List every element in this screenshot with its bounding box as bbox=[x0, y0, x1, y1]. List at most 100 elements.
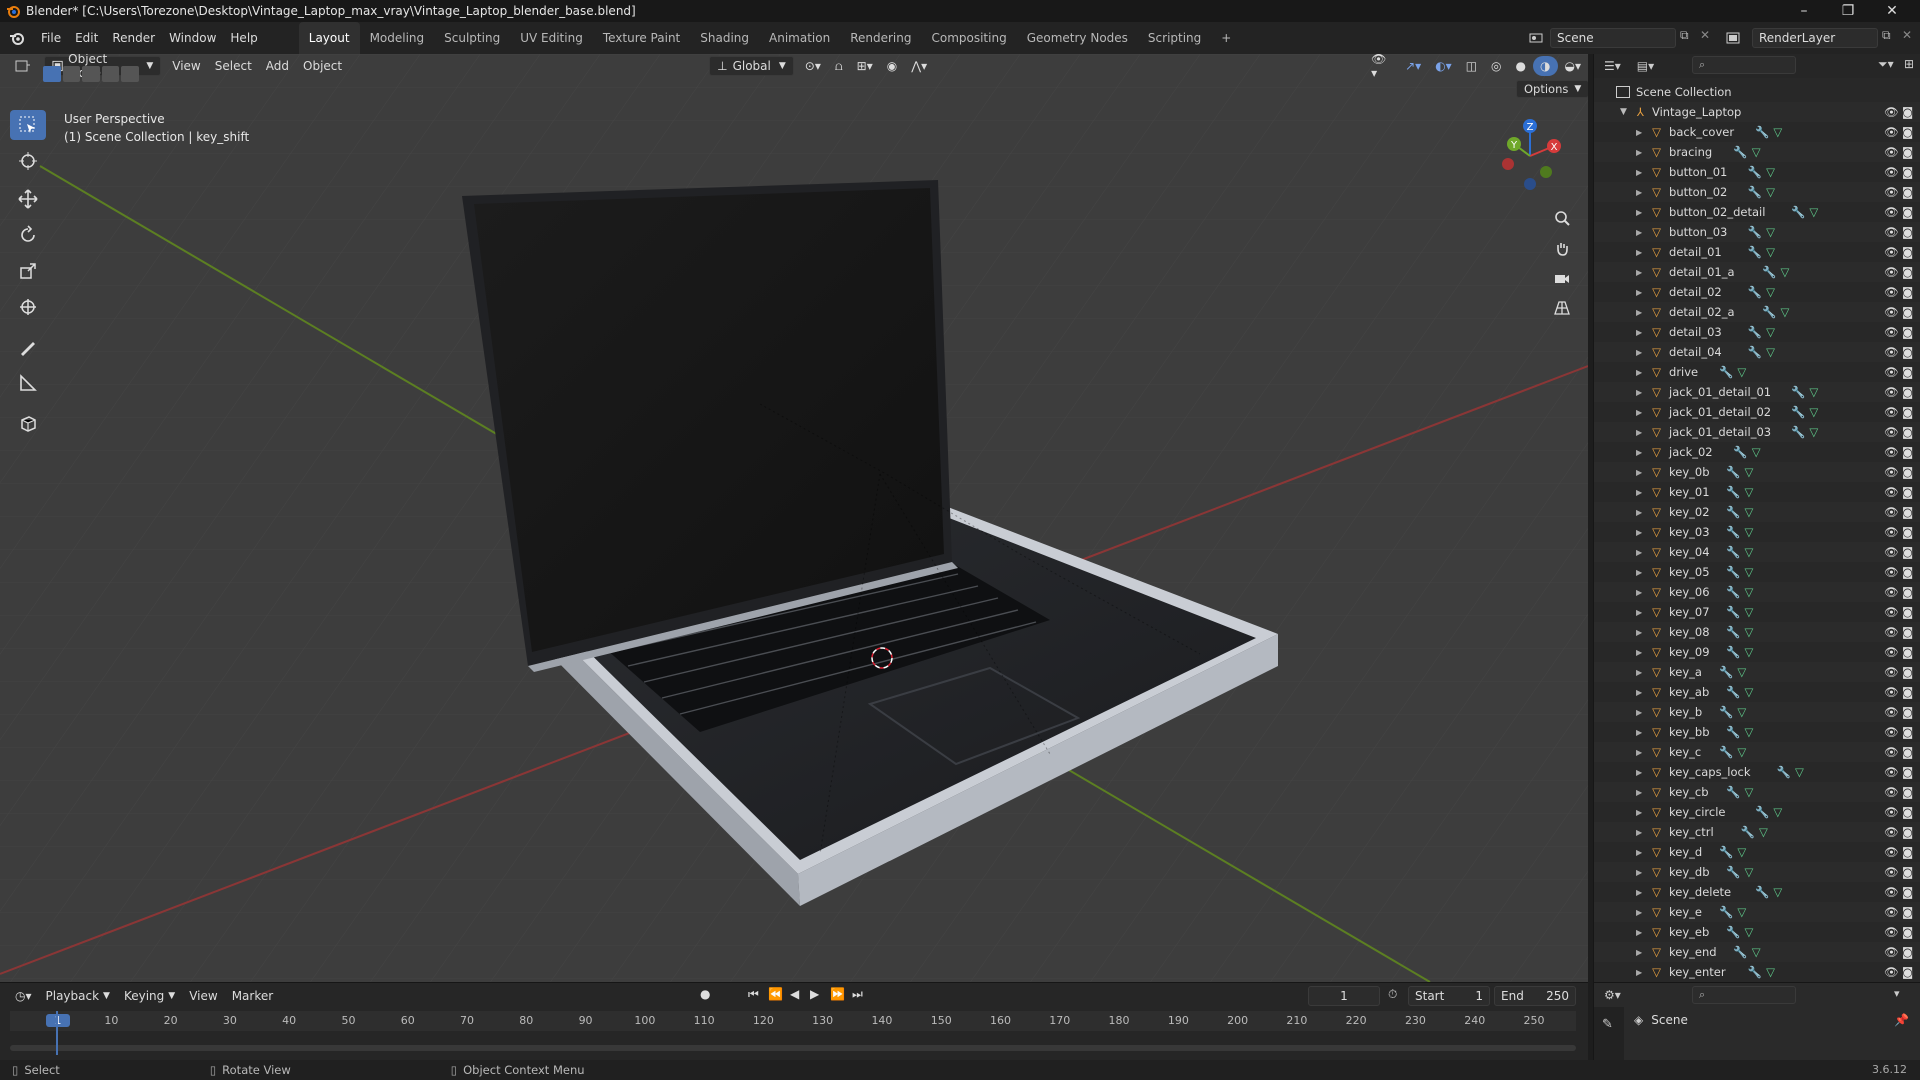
visibility-eye-icon[interactable]: 👁 bbox=[1884, 605, 1899, 619]
outliner-item[interactable]: ▶ ▽ key_eb 🔧 ▽ 👁 ◙ bbox=[1594, 922, 1920, 942]
tab-rendering[interactable]: Rendering bbox=[840, 22, 921, 54]
render-camera-icon[interactable]: ◙ bbox=[1902, 485, 1913, 499]
expand-arrow-icon[interactable]: ▶ bbox=[1636, 188, 1642, 197]
outliner-item[interactable]: ▶ ▽ key_end 🔧 ▽ 👁 ◙ bbox=[1594, 942, 1920, 962]
outliner-item[interactable]: ▶ ▽ key_01 🔧 ▽ 👁 ◙ bbox=[1594, 482, 1920, 502]
menu-timeline-view[interactable]: View bbox=[182, 986, 224, 1006]
render-camera-icon[interactable]: ◙ bbox=[1902, 505, 1913, 519]
select-box-tool-icon[interactable] bbox=[10, 110, 46, 140]
outliner-item[interactable]: ▶ ▽ key_cb 🔧 ▽ 👁 ◙ bbox=[1594, 782, 1920, 802]
view-layer-field[interactable]: RenderLayer bbox=[1752, 28, 1878, 48]
timeline-ruler[interactable]: 1 10 20 30 40 50 60 70 80 90 100 110 120 130 140 150 160… bbox=[10, 1011, 1576, 1031]
visibility-eye-icon[interactable]: 👁 bbox=[1884, 505, 1899, 519]
pan-hand-icon[interactable] bbox=[1548, 234, 1576, 262]
menu-edit[interactable]: Edit bbox=[68, 27, 105, 49]
outliner-item[interactable]: ▶ ▽ detail_02 🔧 ▽ 👁 ◙ bbox=[1594, 282, 1920, 302]
expand-arrow-icon[interactable]: ▶ bbox=[1636, 168, 1642, 177]
select-invert-icon[interactable] bbox=[101, 66, 120, 82]
tab-layout[interactable]: Layout bbox=[298, 22, 360, 54]
rendered-shading-icon[interactable]: ◒▾ bbox=[1558, 56, 1589, 76]
visibility-eye-icon[interactable]: 👁 bbox=[1884, 825, 1899, 839]
visibility-eye-icon[interactable]: 👁 bbox=[1884, 345, 1899, 359]
render-camera-icon[interactable]: ◙ bbox=[1902, 545, 1913, 559]
expand-arrow-icon[interactable]: ▶ bbox=[1636, 508, 1642, 517]
material-preview-shading-icon[interactable]: ◑ bbox=[1533, 56, 1558, 76]
play-reverse-icon[interactable]: ◀ bbox=[790, 987, 799, 1001]
jump-start-icon[interactable]: ⏮ bbox=[748, 987, 759, 1002]
timeline-editor-type-icon[interactable]: ◷▾ bbox=[8, 986, 39, 1006]
preview-range-icon[interactable]: ⏱ bbox=[1388, 987, 1397, 1002]
outliner-item[interactable]: ▶ ▽ key_ctrl 🔧 ▽ 👁 ◙ bbox=[1594, 822, 1920, 842]
expand-arrow-icon[interactable]: ▶ bbox=[1636, 788, 1642, 797]
outliner-item[interactable]: ▶ ▽ detail_03 🔧 ▽ 👁 ◙ bbox=[1594, 322, 1920, 342]
render-camera-icon[interactable]: ◙ bbox=[1902, 845, 1913, 859]
render-camera-icon[interactable]: ◙ bbox=[1902, 925, 1913, 939]
visibility-eye-icon[interactable]: 👁 bbox=[1884, 125, 1899, 139]
render-camera-icon[interactable]: ◙ bbox=[1902, 165, 1913, 179]
properties-editor-type-icon[interactable]: ⚙▾ bbox=[1604, 988, 1621, 1002]
render-camera-icon[interactable]: ◙ bbox=[1902, 605, 1913, 619]
expand-arrow-icon[interactable]: ▶ bbox=[1636, 628, 1642, 637]
visibility-eye-icon[interactable]: 👁 bbox=[1884, 905, 1899, 919]
expand-arrow-icon[interactable]: ▼ bbox=[1620, 107, 1627, 117]
expand-arrow-icon[interactable]: ▶ bbox=[1636, 468, 1642, 477]
render-camera-icon[interactable]: ◙ bbox=[1902, 285, 1913, 299]
new-view-layer-icon[interactable]: ⧉ bbox=[1882, 28, 1902, 48]
render-camera-icon[interactable]: ◙ bbox=[1902, 425, 1913, 439]
visibility-eye-icon[interactable]: 👁 bbox=[1884, 765, 1899, 779]
outliner-editor-type-icon[interactable]: ☰▾ bbox=[1604, 59, 1621, 73]
current-frame-field[interactable]: 1 bbox=[1308, 986, 1380, 1006]
render-camera-icon[interactable]: ◙ bbox=[1902, 185, 1913, 199]
outliner-item[interactable]: ▶ ▽ button_01 🔧 ▽ 👁 ◙ bbox=[1594, 162, 1920, 182]
navigation-gizmo[interactable]: Z X Y bbox=[1496, 112, 1566, 192]
chevron-down-icon[interactable]: ▾ bbox=[1894, 987, 1900, 1000]
visibility-eye-icon[interactable]: 👁 bbox=[1884, 885, 1899, 899]
camera-view-icon[interactable] bbox=[1548, 264, 1576, 292]
expand-arrow-icon[interactable]: ▶ bbox=[1636, 308, 1642, 317]
maximize-button[interactable]: ❐ bbox=[1826, 0, 1870, 22]
visibility-eye-icon[interactable]: 👁 bbox=[1884, 745, 1899, 759]
visibility-eye-icon[interactable]: 👁 bbox=[1884, 485, 1899, 499]
editor-type-icon[interactable] bbox=[8, 56, 38, 76]
snap-icon[interactable]: ⩍ bbox=[828, 56, 850, 76]
tab-compositing[interactable]: Compositing bbox=[921, 22, 1016, 54]
blender-menu-icon[interactable] bbox=[0, 30, 34, 46]
expand-arrow-icon[interactable]: ▶ bbox=[1636, 588, 1642, 597]
outliner-item[interactable]: ▶ ▽ jack_02 🔧 ▽ 👁 ◙ bbox=[1594, 442, 1920, 462]
3d-viewport[interactable]: Object Mode ▼ View Select Add Object ⊥ G… bbox=[0, 54, 1588, 982]
outliner-item[interactable]: ▶ ▽ jack_01_detail_02 🔧 ▽ 👁 ◙ bbox=[1594, 402, 1920, 422]
solid-shading-icon[interactable]: ● bbox=[1509, 56, 1533, 76]
visibility-eye-icon[interactable]: 👁 bbox=[1884, 425, 1899, 439]
visibility-eye-icon[interactable]: 👁 bbox=[1884, 185, 1899, 199]
visibility-eye-icon[interactable]: 👁 bbox=[1884, 625, 1899, 639]
outliner-item[interactable]: ▶ ▽ key_caps_lock 🔧 ▽ 👁 ◙ bbox=[1594, 762, 1920, 782]
visibility-eye-icon[interactable]: 👁 bbox=[1884, 325, 1899, 339]
expand-arrow-icon[interactable]: ▶ bbox=[1636, 328, 1642, 337]
scene-name-field[interactable]: Scene bbox=[1550, 28, 1676, 48]
transform-orientation-dropdown[interactable]: ⊥ Global ▼ bbox=[709, 56, 794, 76]
visibility-eye-icon[interactable]: 👁 bbox=[1884, 285, 1899, 299]
visibility-eye-icon[interactable]: 👁 bbox=[1884, 465, 1899, 479]
visibility-eye-icon[interactable]: 👁 bbox=[1884, 105, 1899, 119]
render-camera-icon[interactable]: ◙ bbox=[1902, 825, 1913, 839]
render-camera-icon[interactable]: ◙ bbox=[1902, 805, 1913, 819]
expand-arrow-icon[interactable]: ▶ bbox=[1636, 888, 1642, 897]
menu-select[interactable]: Select bbox=[208, 56, 259, 76]
expand-arrow-icon[interactable]: ▶ bbox=[1636, 268, 1642, 277]
render-camera-icon[interactable]: ◙ bbox=[1902, 245, 1913, 259]
expand-arrow-icon[interactable]: ▶ bbox=[1636, 708, 1642, 717]
render-camera-icon[interactable]: ◙ bbox=[1902, 685, 1913, 699]
visibility-eye-icon[interactable]: 👁 bbox=[1884, 585, 1899, 599]
outliner-item[interactable]: ▶ ▽ detail_04 🔧 ▽ 👁 ◙ bbox=[1594, 342, 1920, 362]
menu-file[interactable]: File bbox=[34, 27, 68, 49]
expand-arrow-icon[interactable]: ▶ bbox=[1636, 808, 1642, 817]
filter-icon[interactable]: ⏷▾ bbox=[1878, 57, 1894, 72]
expand-arrow-icon[interactable]: ▶ bbox=[1636, 408, 1642, 417]
jump-prev-keyframe-icon[interactable]: ⏪ bbox=[768, 987, 783, 1001]
play-icon[interactable]: ▶ bbox=[810, 987, 819, 1001]
render-camera-icon[interactable]: ◙ bbox=[1902, 665, 1913, 679]
render-camera-icon[interactable]: ◙ bbox=[1902, 405, 1913, 419]
annotate-tool-icon[interactable] bbox=[10, 332, 46, 362]
visibility-selectability-icon[interactable]: 👁▾ bbox=[1364, 54, 1398, 80]
scene-selector-icon[interactable] bbox=[1524, 28, 1548, 48]
